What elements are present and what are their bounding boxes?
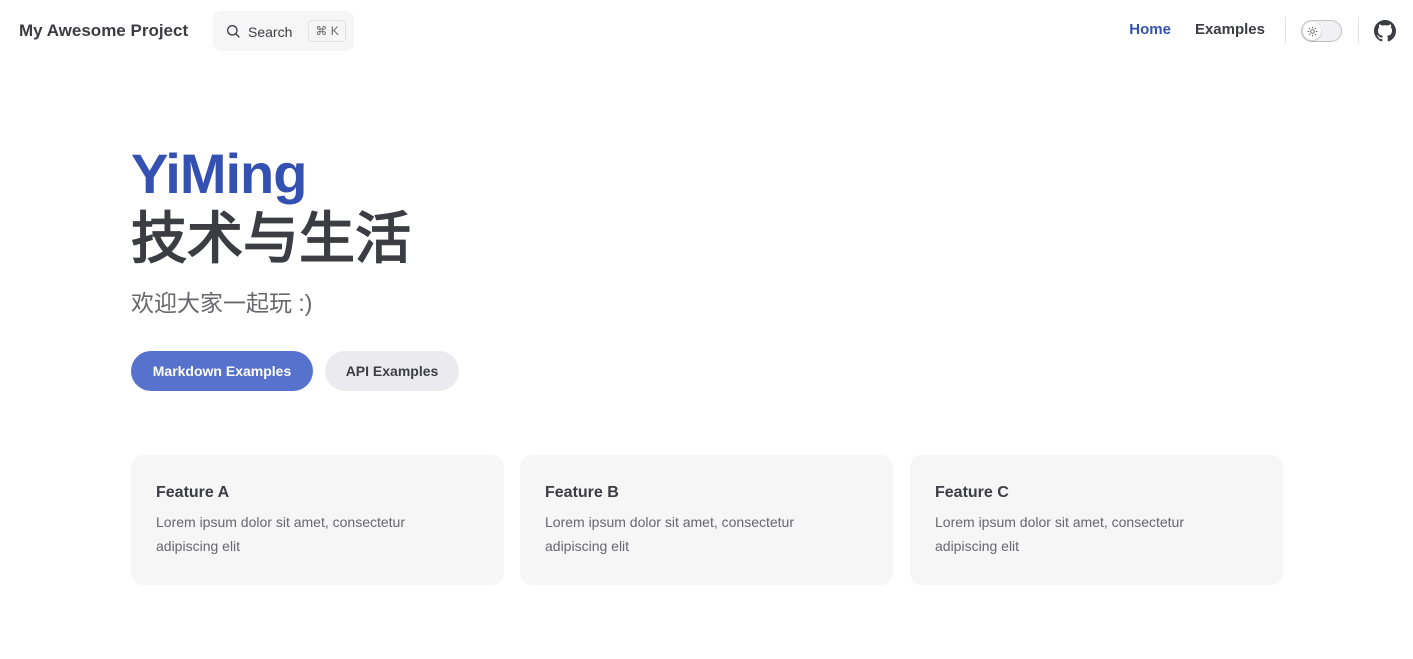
search-label: Search [248, 23, 293, 40]
hero-text: 技术与生活 [131, 207, 411, 270]
nav-menu: Home Examples [1129, 21, 1265, 38]
hero-name: YiMing [131, 142, 307, 205]
search-button[interactable]: Search ⌘ K [213, 11, 354, 51]
api-examples-button[interactable]: API Examples [325, 351, 459, 391]
feature-title: Feature A [156, 484, 230, 501]
sun-icon [1306, 25, 1318, 37]
feature-card: Feature A Lorem ipsum dolor sit amet, co… [131, 455, 504, 585]
hero-tagline: 欢迎大家一起玩 :) [131, 290, 313, 316]
nav-divider [1358, 17, 1359, 43]
github-icon[interactable] [1374, 20, 1396, 42]
search-icon [227, 25, 240, 38]
toggle-knob [1303, 22, 1321, 40]
nav-divider [1285, 17, 1286, 43]
markdown-examples-button[interactable]: Markdown Examples [131, 351, 313, 391]
feature-details: Lorem ipsum dolor sit amet, consectetur … [935, 514, 1184, 554]
feature-details: Lorem ipsum dolor sit amet, consectetur … [156, 514, 405, 554]
nav-link-examples[interactable]: Examples [1195, 21, 1265, 38]
feature-card: Feature B Lorem ipsum dolor sit amet, co… [520, 455, 893, 585]
feature-title: Feature B [545, 484, 619, 501]
site-title[interactable]: My Awesome Project [19, 21, 188, 41]
feature-title: Feature C [935, 484, 1009, 501]
feature-details: Lorem ipsum dolor sit amet, consectetur … [545, 514, 794, 554]
nav-link-home[interactable]: Home [1129, 21, 1171, 38]
appearance-toggle[interactable] [1301, 20, 1342, 42]
search-shortcut: ⌘ K [308, 20, 346, 42]
top-nav: My Awesome Project Search ⌘ K Home Examp… [0, 0, 1413, 64]
feature-card: Feature C Lorem ipsum dolor sit amet, co… [910, 455, 1283, 585]
